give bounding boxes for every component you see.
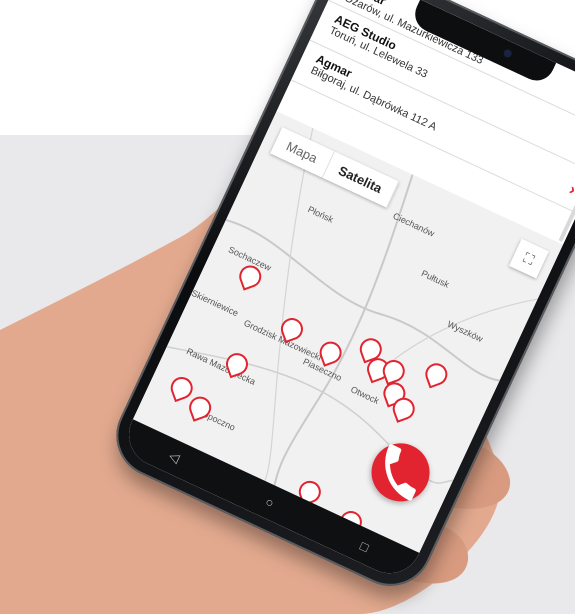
- home-icon[interactable]: ○: [263, 493, 276, 510]
- recents-icon[interactable]: □: [358, 538, 371, 555]
- back-icon[interactable]: ◁: [166, 448, 182, 467]
- chevron-right-icon: ›: [566, 181, 575, 199]
- camera-icon: [502, 48, 513, 59]
